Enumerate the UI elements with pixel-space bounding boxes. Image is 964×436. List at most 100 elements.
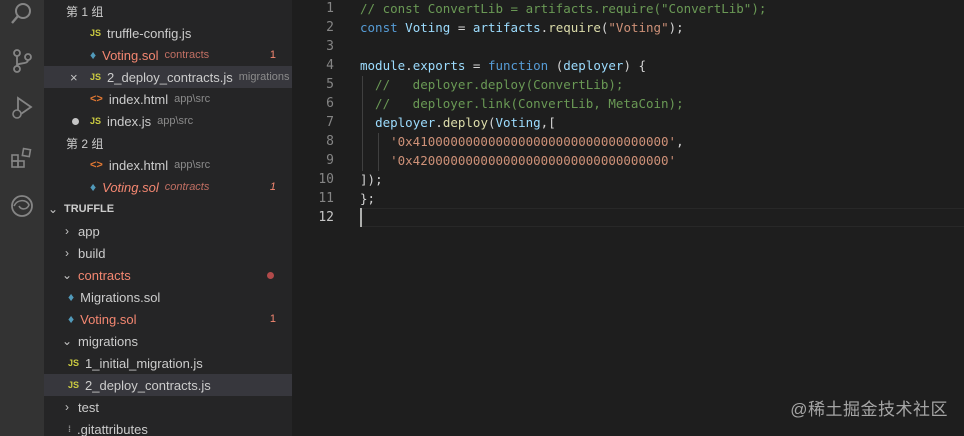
file-path: contracts xyxy=(164,181,210,193)
explorer-sidebar: 第 1 组 JS truffle-config.js ♦ Voting.sol … xyxy=(44,0,292,436)
open-editor-item-active[interactable]: × JS 2_deploy_contracts.js migrations xyxy=(44,66,292,88)
line-number: 7 xyxy=(326,115,334,130)
folder-name: migrations xyxy=(78,333,138,349)
code-line[interactable]: '0x4200000000000000000000000000000000' xyxy=(360,151,676,170)
file-path: app\src xyxy=(157,115,194,127)
open-editor-item[interactable]: <> index.html app\src xyxy=(44,154,292,176)
js-file-icon: JS xyxy=(90,72,102,82)
editor-group-2-header[interactable]: 第 2 组 xyxy=(44,132,292,154)
line-number: 3 xyxy=(326,39,334,54)
line-number: 10 xyxy=(318,172,334,187)
run-debug-icon[interactable] xyxy=(0,92,44,124)
code-line[interactable]: }; xyxy=(360,189,375,208)
line-number: 11 xyxy=(318,191,334,206)
extensions-icon[interactable] xyxy=(0,142,44,174)
source-control-icon[interactable] xyxy=(0,45,44,77)
code-line[interactable]: // deployer.link(ConvertLib, MetaCoin); xyxy=(360,94,684,113)
file-name: Voting.sol xyxy=(102,47,159,63)
activity-bar xyxy=(0,0,44,436)
line-number: 5 xyxy=(326,77,334,92)
editor-group-1-header[interactable]: 第 1 组 xyxy=(44,0,292,22)
file-name: index.html xyxy=(108,91,169,107)
chevron-down-icon: ⌄ xyxy=(47,202,59,216)
file-name: index.html xyxy=(108,157,169,173)
solidity-file-icon: ♦ xyxy=(68,290,75,304)
folder-name: app xyxy=(78,223,100,239)
line-number: 6 xyxy=(326,96,334,111)
open-editor-item[interactable]: JS index.js app\src xyxy=(44,110,292,132)
problem-count-badge: 1 xyxy=(269,49,276,61)
code-line[interactable]: '0x4100000000000000000000000000000000', xyxy=(360,132,684,151)
tree-folder-migrations[interactable]: ⌄ migrations xyxy=(44,330,292,352)
js-file-icon: JS xyxy=(68,358,80,368)
file-path: contracts xyxy=(164,49,210,61)
line-number: 8 xyxy=(326,134,334,149)
tree-file[interactable]: ♦ Migrations.sol xyxy=(44,286,292,308)
tree-file[interactable]: JS 1_initial_migration.js xyxy=(44,352,292,374)
problem-dot-icon xyxy=(267,271,274,279)
code-line[interactable]: module.exports = function (deployer) { xyxy=(360,56,646,75)
line-number: 2 xyxy=(326,20,334,35)
current-line-highlight xyxy=(360,208,964,227)
js-file-icon: JS xyxy=(90,28,102,38)
html-file-icon: <> xyxy=(90,93,103,105)
file-name: 2_deploy_contracts.js xyxy=(85,377,211,393)
tree-file[interactable]: ⁞ .gitattributes xyxy=(44,418,292,436)
file-name: Voting.sol xyxy=(102,179,159,195)
code-line[interactable]: // const ConvertLib = artifacts.require(… xyxy=(360,0,766,18)
problem-count-badge: 1 xyxy=(269,313,276,325)
code-line[interactable]: const Voting = artifacts.require("Voting… xyxy=(360,18,684,37)
settings-file-icon: ⁞ xyxy=(68,424,71,434)
file-name: index.js xyxy=(107,113,152,129)
unsaved-dot-icon[interactable] xyxy=(72,118,79,125)
file-name: truffle-config.js xyxy=(107,25,192,41)
open-editor-item[interactable]: ♦ Voting.sol contracts 1 xyxy=(44,44,292,66)
tree-folder-app[interactable]: › app xyxy=(44,220,292,242)
solidity-file-icon: ♦ xyxy=(90,180,97,194)
project-title: TRUFFLE xyxy=(64,203,115,215)
chevron-down-icon: ⌄ xyxy=(61,268,73,282)
folder-name: build xyxy=(78,245,106,261)
tree-folder-build[interactable]: › build xyxy=(44,242,292,264)
file-name: .gitattributes xyxy=(77,421,148,436)
file-name: Voting.sol xyxy=(80,311,137,327)
code-line[interactable]: deployer.deploy(Voting,[ xyxy=(360,113,556,132)
code-editor[interactable]: 1 2 3 4 5 6 7 8 9 10 11 12 // const ConvertLib = ar… xyxy=(292,0,964,436)
solidity-file-icon: ♦ xyxy=(68,312,75,326)
file-name: 1_initial_migration.js xyxy=(85,355,203,371)
remote-explorer-icon[interactable] xyxy=(0,190,44,222)
watermark: @稀土掘金技术社区 xyxy=(790,400,948,419)
file-name: Migrations.sol xyxy=(80,289,161,305)
problem-count-badge: 1 xyxy=(269,181,276,193)
solidity-file-icon: ♦ xyxy=(90,48,97,62)
search-icon[interactable] xyxy=(0,0,44,30)
js-file-icon: JS xyxy=(68,380,80,390)
tree-folder-test[interactable]: › test xyxy=(44,396,292,418)
tree-file-active[interactable]: JS 2_deploy_contracts.js xyxy=(44,374,292,396)
chevron-down-icon: ⌄ xyxy=(61,334,73,348)
file-name: 2_deploy_contracts.js xyxy=(107,69,233,85)
chevron-right-icon: › xyxy=(65,224,69,238)
close-icon[interactable]: × xyxy=(70,70,78,85)
html-file-icon: <> xyxy=(90,159,103,171)
tree-folder-contracts[interactable]: ⌄ contracts xyxy=(44,264,292,286)
open-editor-item[interactable]: JS truffle-config.js xyxy=(44,22,292,44)
group-label: 第 2 组 xyxy=(66,136,104,151)
open-editor-item[interactable]: ♦ Voting.sol contracts 1 xyxy=(44,176,292,198)
group-label: 第 1 组 xyxy=(66,4,104,19)
code-line[interactable]: ]); xyxy=(360,170,383,189)
explorer-section-header[interactable]: ⌄ TRUFFLE xyxy=(44,198,292,220)
code-line[interactable]: // deployer.deploy(ConvertLib); xyxy=(360,75,623,94)
file-path: app\src xyxy=(174,93,211,105)
file-path: migrations xyxy=(238,71,290,83)
chevron-right-icon: › xyxy=(65,246,69,260)
line-number: 4 xyxy=(326,58,334,73)
js-file-icon: JS xyxy=(90,116,102,126)
text-cursor xyxy=(360,208,362,227)
line-number: 1 xyxy=(326,1,334,16)
chevron-right-icon: › xyxy=(65,400,69,414)
file-path: app\src xyxy=(174,159,211,171)
line-number: 12 xyxy=(318,210,334,225)
open-editor-item[interactable]: <> index.html app\src xyxy=(44,88,292,110)
tree-file[interactable]: ♦ Voting.sol 1 xyxy=(44,308,292,330)
